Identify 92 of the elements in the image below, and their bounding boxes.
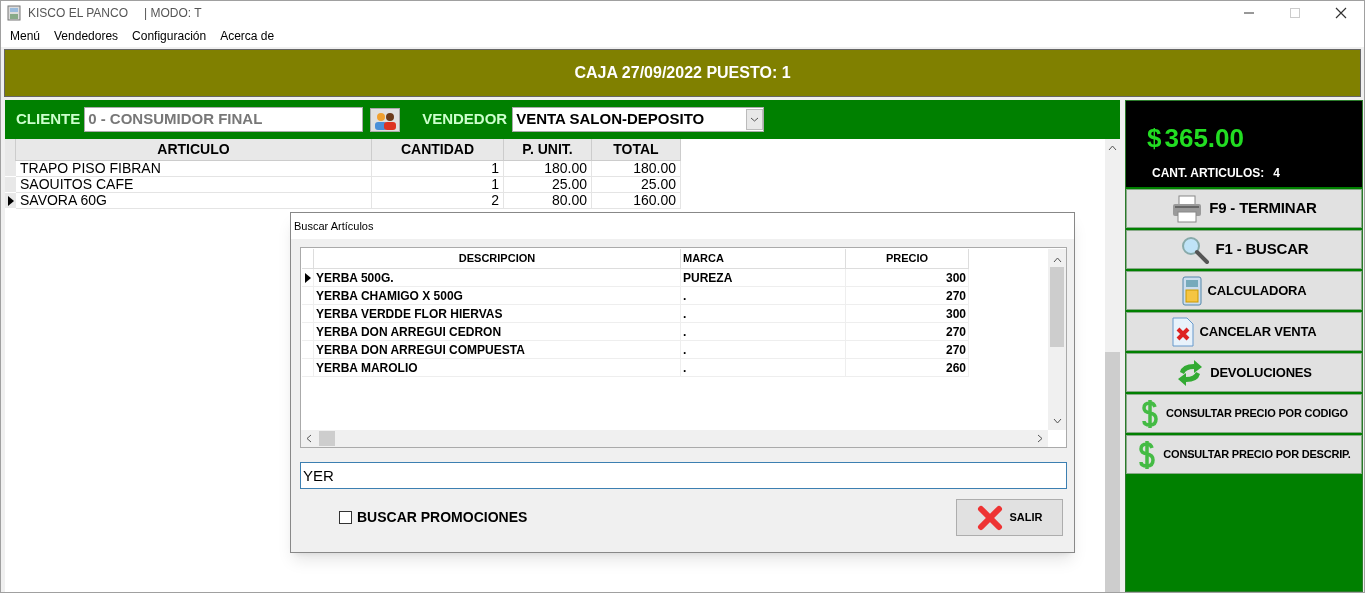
seller-dropdown[interactable]: VENTA SALON-DEPOSITO — [512, 107, 765, 132]
action-button[interactable]: CANCELAR VENTA — [1126, 312, 1362, 351]
action-button[interactable]: DEVOLUCIONES — [1126, 353, 1362, 392]
table-cell: TRAPO PISO FIBRAN — [16, 161, 372, 177]
column-header: MARCA — [681, 249, 846, 269]
action-button[interactable]: CALCULADORA — [1126, 271, 1362, 310]
menu-item[interactable]: Acerca de — [220, 27, 275, 45]
action-button[interactable]: F9 - TERMINAR — [1126, 189, 1362, 228]
currency-symbol: $ — [1147, 122, 1162, 155]
client-label: CLIENTE — [16, 109, 81, 130]
close-icon — [976, 504, 1003, 531]
column-header: TOTAL — [592, 139, 681, 161]
table-cell: SAOUITOS CAFE — [16, 177, 372, 193]
calculator-icon — [1181, 275, 1202, 306]
table-cell: . — [681, 287, 846, 305]
seller-label: VENDEDOR — [422, 109, 508, 130]
table-cell: . — [681, 323, 846, 341]
client-select-button[interactable] — [370, 107, 401, 132]
column-header: PRECIO — [846, 249, 969, 269]
dialog-title: Buscar Artículos — [294, 218, 374, 234]
table-cell: 300 — [846, 305, 969, 323]
search-field[interactable]: YER — [300, 462, 1067, 489]
table-cell: 25.00 — [504, 177, 592, 193]
vertical-scrollbar[interactable] — [1048, 249, 1066, 430]
horizontal-scrollbar[interactable] — [301, 430, 1048, 447]
column-header: P. UNIT. — [504, 139, 592, 161]
maximize-icon — [1287, 7, 1303, 19]
table-cell: 2 — [372, 193, 504, 209]
table-cell: 270 — [846, 341, 969, 359]
exit-button[interactable]: SALIR — [956, 499, 1063, 536]
table-cell: . — [681, 359, 846, 377]
table-cell: 270 — [846, 287, 969, 305]
scrollbar-thumb[interactable] — [319, 431, 335, 446]
client-field[interactable]: 0 - CONSUMIDOR FINAL — [84, 107, 364, 132]
table-cell: YERBA MAROLIO — [314, 359, 681, 377]
item-count-label: CANT. ARTICULOS: — [1152, 165, 1265, 182]
table-cell: YERBA CHAMIGO X 500G — [314, 287, 681, 305]
scrollbar-thumb[interactable] — [1050, 267, 1064, 347]
table-cell: 300 — [846, 269, 969, 287]
chevron-down-icon — [1052, 418, 1062, 424]
menu-item[interactable]: Configuración — [132, 27, 207, 45]
checkbox-label: BUSCAR PROMOCIONES — [357, 508, 528, 527]
row-pointer-icon — [7, 195, 14, 206]
search-icon — [1179, 234, 1210, 265]
table-cell: 180.00 — [592, 161, 681, 177]
close-icon — [1333, 7, 1349, 19]
table-cell: 270 — [846, 323, 969, 341]
scrollbar-thumb[interactable] — [1105, 352, 1120, 592]
action-button[interactable]: F1 - BUSCAR — [1126, 230, 1362, 269]
chevron-down-icon — [746, 109, 764, 130]
table-cell: YERBA DON ARREGUI CEDRON — [314, 323, 681, 341]
menu-item[interactable]: Menú — [10, 27, 41, 45]
banner-title: CAJA 27/09/2022 PUESTO: 1 — [574, 63, 791, 83]
row-header[interactable] — [302, 269, 314, 287]
chevron-up-icon — [1108, 145, 1117, 151]
row-pointer-icon — [304, 272, 311, 283]
chevron-up-icon — [1052, 257, 1062, 263]
table-cell: 1 — [372, 177, 504, 193]
table-cell: 180.00 — [504, 161, 592, 177]
printer-icon — [1171, 193, 1204, 224]
action-button[interactable]: CONSULTAR PRECIO POR DESCRIP. — [1126, 435, 1362, 474]
header-corner — [302, 249, 314, 269]
total-amount: 365.00 — [1164, 122, 1244, 155]
table-cell: . — [681, 305, 846, 323]
item-count: 4 — [1273, 165, 1280, 182]
window-title: KISCO EL PANCO — [28, 5, 129, 22]
table-cell: YERBA DON ARREGUI COMPUESTA — [314, 341, 681, 359]
table-cell: 1 — [372, 161, 504, 177]
vertical-scrollbar[interactable] — [1105, 139, 1120, 592]
table-cell: YERBA 500G. — [314, 269, 681, 287]
table-cell: SAVORA 60G — [16, 193, 372, 209]
dollar-icon — [1140, 398, 1161, 429]
header-corner — [5, 139, 16, 161]
column-header: ARTICULO — [16, 139, 372, 161]
column-header: DESCRIPCION — [314, 249, 681, 269]
action-button[interactable]: CONSULTAR PRECIO POR CODIGO — [1126, 394, 1362, 433]
table-cell: YERBA VERDDE FLOR HIERVAS — [314, 305, 681, 323]
mode-label: | MODO: T — [144, 5, 202, 22]
table-cell: . — [681, 341, 846, 359]
document-cross-icon — [1171, 316, 1194, 347]
chevron-left-icon — [306, 434, 312, 443]
table-cell: PUREZA — [681, 269, 846, 287]
dollar-icon — [1137, 439, 1158, 470]
table-cell: 80.00 — [504, 193, 592, 209]
column-header: CANTIDAD — [372, 139, 504, 161]
table-cell: 160.00 — [592, 193, 681, 209]
table-cell: 25.00 — [592, 177, 681, 193]
menu-item[interactable]: Vendedores — [54, 27, 119, 45]
app-icon — [7, 5, 21, 21]
table-cell: 260 — [846, 359, 969, 377]
chevron-right-icon — [1037, 434, 1043, 443]
checkbox[interactable] — [339, 511, 352, 524]
